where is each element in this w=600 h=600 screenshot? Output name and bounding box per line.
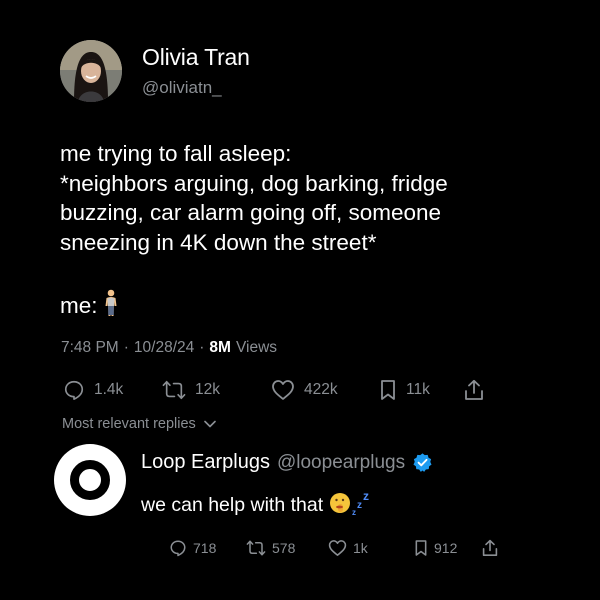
shushing-face-zzz-icon: z z z (329, 488, 371, 522)
share-icon (482, 539, 498, 556)
reply-bookmark-action[interactable]: 912 (414, 539, 457, 557)
author-photo (60, 40, 122, 102)
reply-author: Loop Earplugs @loopearplugs (141, 451, 433, 474)
me-label: me: (60, 293, 98, 318)
retweet-action[interactable]: 12k (162, 379, 220, 401)
reply-text-line: we can help with that z z z (141, 488, 371, 522)
reply-reply-count: 718 (193, 540, 217, 556)
replies-sort-dropdown[interactable]: Most relevant replies (62, 416, 216, 432)
meta-separator: · (123, 339, 129, 356)
replies-sort-label: Most relevant replies (62, 416, 196, 432)
reply-avatar[interactable] (54, 444, 126, 516)
reply-author-handle[interactable]: @loopearplugs (277, 452, 405, 474)
share-icon (465, 379, 483, 400)
svg-text:z: z (357, 500, 362, 511)
bookmark-count: 11k (406, 381, 430, 398)
share-action[interactable] (464, 379, 484, 401)
me-line: me: (60, 289, 118, 323)
reply-retweet-action[interactable]: 578 (246, 539, 295, 557)
reply-like-count: 1k (353, 540, 368, 556)
svg-text:z: z (363, 489, 369, 503)
verified-badge-icon (413, 453, 432, 472)
reply-share-action[interactable] (482, 539, 498, 557)
chevron-down-icon (203, 420, 216, 428)
reply-text: we can help with that (141, 493, 324, 516)
reply-author-name[interactable]: Loop Earplugs (141, 451, 270, 474)
author-name[interactable]: Olivia Tran (142, 44, 250, 71)
reply-like-action[interactable]: 1k (328, 539, 368, 557)
tweet-text: me trying to fall asleep: *neighbors arg… (60, 141, 448, 255)
retweet-icon (162, 380, 186, 400)
views-count: 8M (209, 339, 231, 356)
views-label: Views (235, 339, 278, 356)
reply-icon (170, 540, 186, 557)
retweet-icon (246, 540, 266, 556)
svg-text:z: z (352, 508, 356, 516)
bookmark-icon (381, 380, 395, 400)
retweet-count: 12k (195, 381, 220, 398)
reply-retweet-count: 578 (272, 540, 296, 556)
tweet-meta: 7:48 PM · 10/28/24 · 8M Views (61, 339, 277, 357)
meta-separator: · (199, 339, 205, 356)
reply-action[interactable]: 1.4k (63, 379, 123, 401)
reply-reply-action[interactable]: 718 (169, 539, 216, 557)
tweet-date[interactable]: 10/28/24 (134, 339, 194, 357)
like-count: 422k (304, 381, 338, 398)
bookmark-action[interactable]: 11k (379, 379, 430, 401)
bookmark-icon (415, 540, 427, 556)
tweet-time[interactable]: 7:48 PM (61, 339, 119, 357)
standing-person-icon (104, 289, 118, 323)
author-handle[interactable]: @oliviatn_ (142, 78, 222, 98)
loop-logo-icon (70, 460, 110, 500)
like-action[interactable]: 422k (271, 379, 338, 401)
reply-count: 1.4k (94, 381, 124, 398)
reply-icon (64, 380, 84, 400)
heart-icon (328, 540, 347, 556)
heart-icon (272, 380, 294, 400)
reply-bookmark-count: 912 (434, 540, 458, 556)
author-avatar[interactable] (60, 40, 122, 102)
